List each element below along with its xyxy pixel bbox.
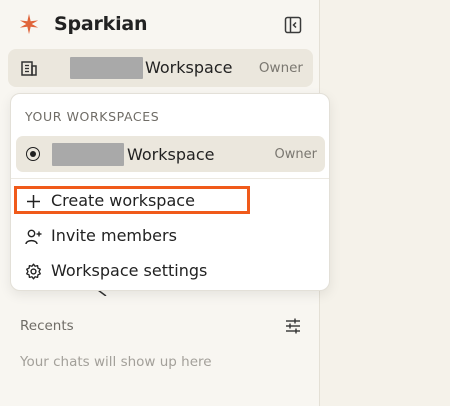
sidebar-collapse-icon <box>284 16 302 34</box>
main-area <box>320 0 450 406</box>
building-icon <box>21 61 37 76</box>
workspace-option[interactable]: Workspace Owner <box>16 136 325 172</box>
recents-label: Recents <box>20 318 74 334</box>
workspace-name: Workspace <box>145 58 233 77</box>
selected-radio-icon <box>26 147 40 161</box>
gear-icon <box>26 263 41 280</box>
sparkle-icon <box>19 13 39 35</box>
workspace-option-role: Owner <box>274 147 317 162</box>
workspace-settings-button[interactable]: Workspace settings <box>16 255 325 287</box>
sidebar-collapse-button[interactable] <box>283 15 303 35</box>
add-user-icon <box>25 229 42 245</box>
brand: Sparkian <box>18 10 148 38</box>
app-name: Sparkian <box>54 13 148 35</box>
divider <box>11 178 329 179</box>
workspace-role: Owner <box>258 60 303 76</box>
highlight-annotation <box>14 186 250 214</box>
sliders-icon[interactable] <box>284 317 302 335</box>
redacted-text <box>70 57 143 79</box>
workspace-option-name: Workspace <box>127 145 215 164</box>
recents-empty-text: Your chats will show up here <box>20 354 212 370</box>
workspace-settings-label: Workspace settings <box>51 261 208 280</box>
invite-members-button[interactable]: Invite members <box>16 220 325 252</box>
invite-members-label: Invite members <box>51 226 177 245</box>
workspace-switcher[interactable]: Workspace Owner <box>8 49 313 87</box>
redacted-text <box>52 143 124 166</box>
dropdown-header: YOUR WORKSPACES <box>25 109 160 124</box>
